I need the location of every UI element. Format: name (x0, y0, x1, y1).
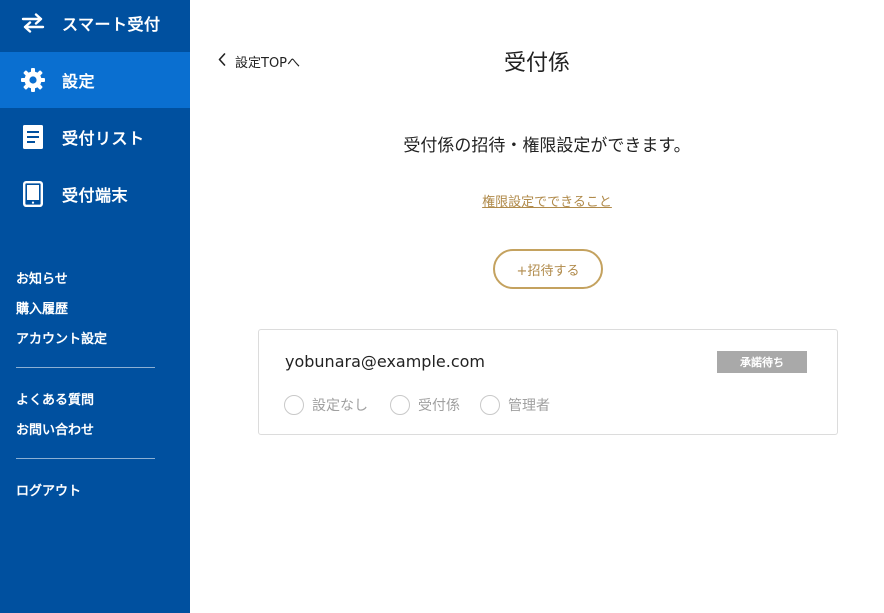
sidebar-divider (16, 367, 155, 368)
sidebar-link-purchase-history[interactable]: 購入履歴 (16, 298, 68, 317)
role-option-none[interactable]: 設定なし (284, 394, 368, 416)
sidebar-item-label: 受付端末 (62, 186, 129, 205)
main-content: 設定TOPへ 受付係 受付係の招待・権限設定ができます。 権限設定でできること … (190, 0, 884, 613)
swap-arrows-icon (20, 10, 46, 36)
member-card: yobunara@example.com 承諾待ち 設定なし 受付係 管理者 (258, 329, 838, 435)
sidebar-link-contact[interactable]: お問い合わせ (16, 419, 94, 438)
sidebar-item-reception-terminal[interactable]: 受付端末 (0, 166, 190, 222)
page-title: 受付係 (503, 51, 570, 76)
tablet-icon (20, 181, 46, 207)
sidebar-item-label: スマート受付 (62, 15, 161, 34)
member-email: yobunara@example.com (285, 352, 486, 371)
sidebar-link-news[interactable]: お知らせ (16, 268, 68, 287)
sidebar-link-account-settings[interactable]: アカウント設定 (16, 328, 107, 347)
page-description: 受付係の招待・権限設定ができます。 (403, 136, 691, 156)
permission-help-link[interactable]: 権限設定でできること (190, 191, 884, 210)
sidebar-link-faq[interactable]: よくある質問 (16, 389, 94, 408)
sidebar-divider (16, 458, 155, 459)
sidebar-item-settings[interactable]: 設定 (0, 52, 190, 108)
sidebar: スマート受付 設定 受付リスト 受付端末 お知らせ 購入履歴 アカウント設定 よ… (0, 0, 190, 613)
sidebar-item-smart-reception[interactable]: スマート受付 (0, 0, 190, 51)
radio-button[interactable] (284, 395, 304, 415)
sidebar-item-label: 受付リスト (62, 129, 145, 148)
radio-button[interactable] (390, 395, 410, 415)
status-badge: 承諾待ち (717, 351, 807, 373)
sidebar-item-reception-list[interactable]: 受付リスト (0, 109, 190, 165)
gear-icon (20, 67, 46, 93)
role-option-receptionist[interactable]: 受付係 (390, 394, 460, 416)
radio-button[interactable] (480, 395, 500, 415)
role-label: 管理者 (508, 398, 550, 414)
invite-button[interactable]: +招待する (493, 249, 603, 289)
logout-link[interactable]: ログアウト (16, 480, 81, 499)
role-option-admin[interactable]: 管理者 (480, 394, 550, 416)
sidebar-item-label: 設定 (62, 72, 96, 91)
role-label: 受付係 (418, 398, 460, 414)
document-list-icon (20, 124, 46, 150)
role-label: 設定なし (312, 398, 368, 414)
